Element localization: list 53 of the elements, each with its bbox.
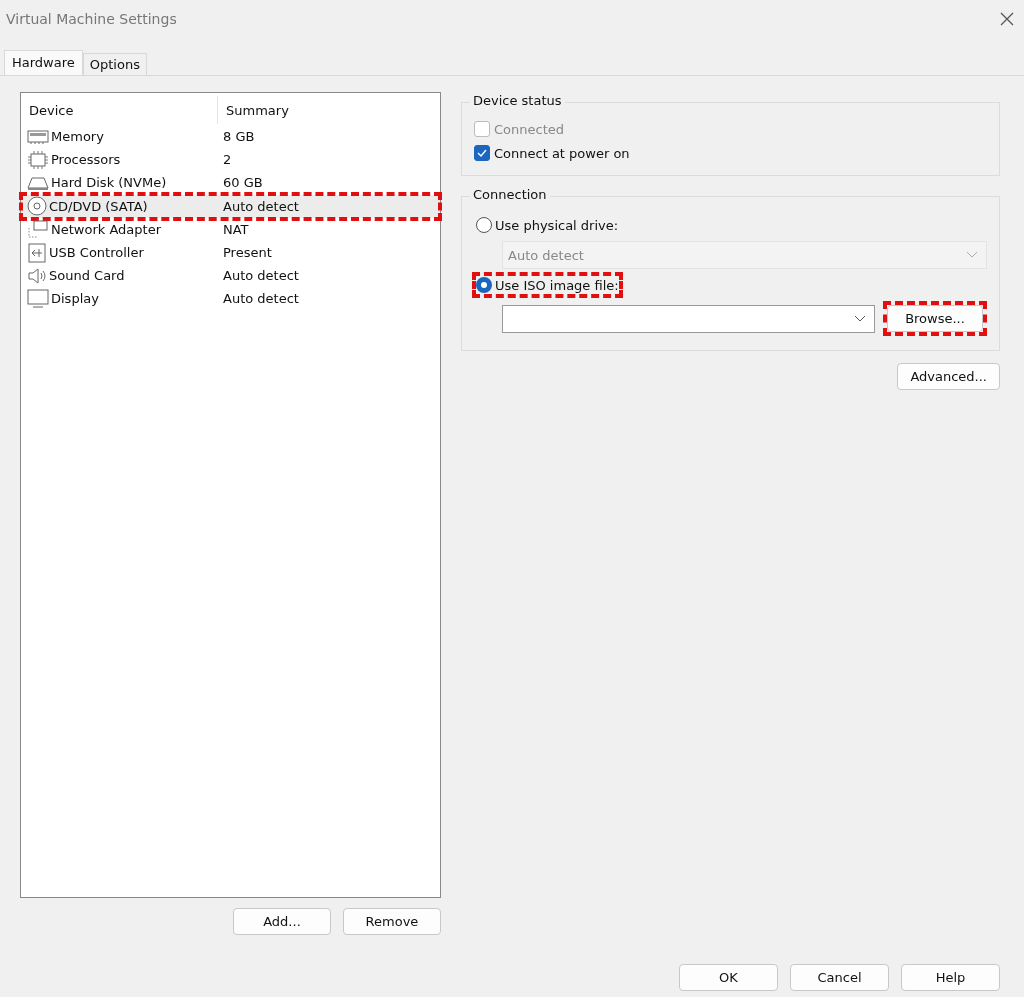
list-button[interactable]: Add... (233, 908, 331, 935)
device-row[interactable]: Display Auto detect (21, 287, 440, 311)
list-button[interactable]: Remove (343, 908, 441, 935)
window-title: Virtual Machine Settings (6, 11, 177, 27)
memory-icon (27, 128, 49, 145)
device-row[interactable]: USB Controller Present (21, 240, 440, 265)
dialog-button[interactable]: Cancel (790, 964, 889, 991)
close-icon[interactable] (1000, 12, 1014, 26)
device-row[interactable]: Processors 2 (21, 148, 440, 172)
device-name: Hard Disk (NVMe) (51, 175, 167, 191)
device-summary: 2 (222, 152, 232, 168)
radio-button[interactable]: Use ISO image file: (474, 275, 621, 295)
device-row[interactable]: Sound Card Auto detect (21, 264, 440, 288)
device-summary: Present (222, 245, 272, 261)
device-name: Display (51, 291, 99, 307)
column-header: Device (28, 102, 75, 118)
group-title: Device status (470, 93, 565, 108)
radio-button[interactable]: Use physical drive: (474, 215, 621, 235)
usb-icon (27, 242, 47, 263)
advanced-button[interactable]: Advanced... (897, 363, 1000, 390)
network-icon (27, 220, 49, 239)
device-name: Processors (51, 152, 121, 168)
disc-icon (27, 196, 47, 217)
device-name: Network Adapter (51, 221, 161, 237)
group-title: Connection (470, 187, 550, 202)
device-summary: 8 GB (222, 129, 255, 145)
speaker-icon (27, 266, 47, 285)
device-summary: Auto detect (222, 198, 299, 214)
tab[interactable]: Options (82, 53, 147, 75)
device-row[interactable]: Hard Disk (NVMe) 60 GB (21, 171, 440, 195)
chevron-down-icon (854, 314, 866, 323)
dialog-button[interactable]: Help (901, 964, 1000, 991)
device-name: Memory (51, 129, 104, 145)
chevron-down-icon (966, 251, 978, 259)
device-name: CD/DVD (SATA) (49, 198, 148, 214)
checkbox[interactable]: Connect at power on (474, 145, 987, 161)
checkmark-icon (476, 147, 488, 159)
device-row[interactable]: Network Adapter NAT (21, 217, 440, 241)
browse-button[interactable]: Browse... (887, 305, 983, 332)
device-name: USB Controller (49, 245, 144, 261)
chip-icon (27, 150, 49, 169)
device-summary: Auto detect (222, 291, 299, 307)
device-summary: NAT (222, 221, 249, 237)
device-row[interactable]: CD/DVD (SATA) Auto detect (21, 194, 440, 218)
device-name: Sound Card (49, 268, 125, 284)
tab[interactable]: Hardware (4, 50, 83, 75)
column-header: Summary (217, 96, 289, 124)
device-row[interactable]: Memory 8 GB (21, 125, 440, 149)
device-summary: Auto detect (222, 268, 299, 284)
device-summary: 60 GB (222, 175, 263, 191)
dialog-button[interactable]: OK (679, 964, 778, 991)
iso-path-dropdown[interactable] (502, 304, 875, 333)
monitor-icon (27, 288, 49, 309)
